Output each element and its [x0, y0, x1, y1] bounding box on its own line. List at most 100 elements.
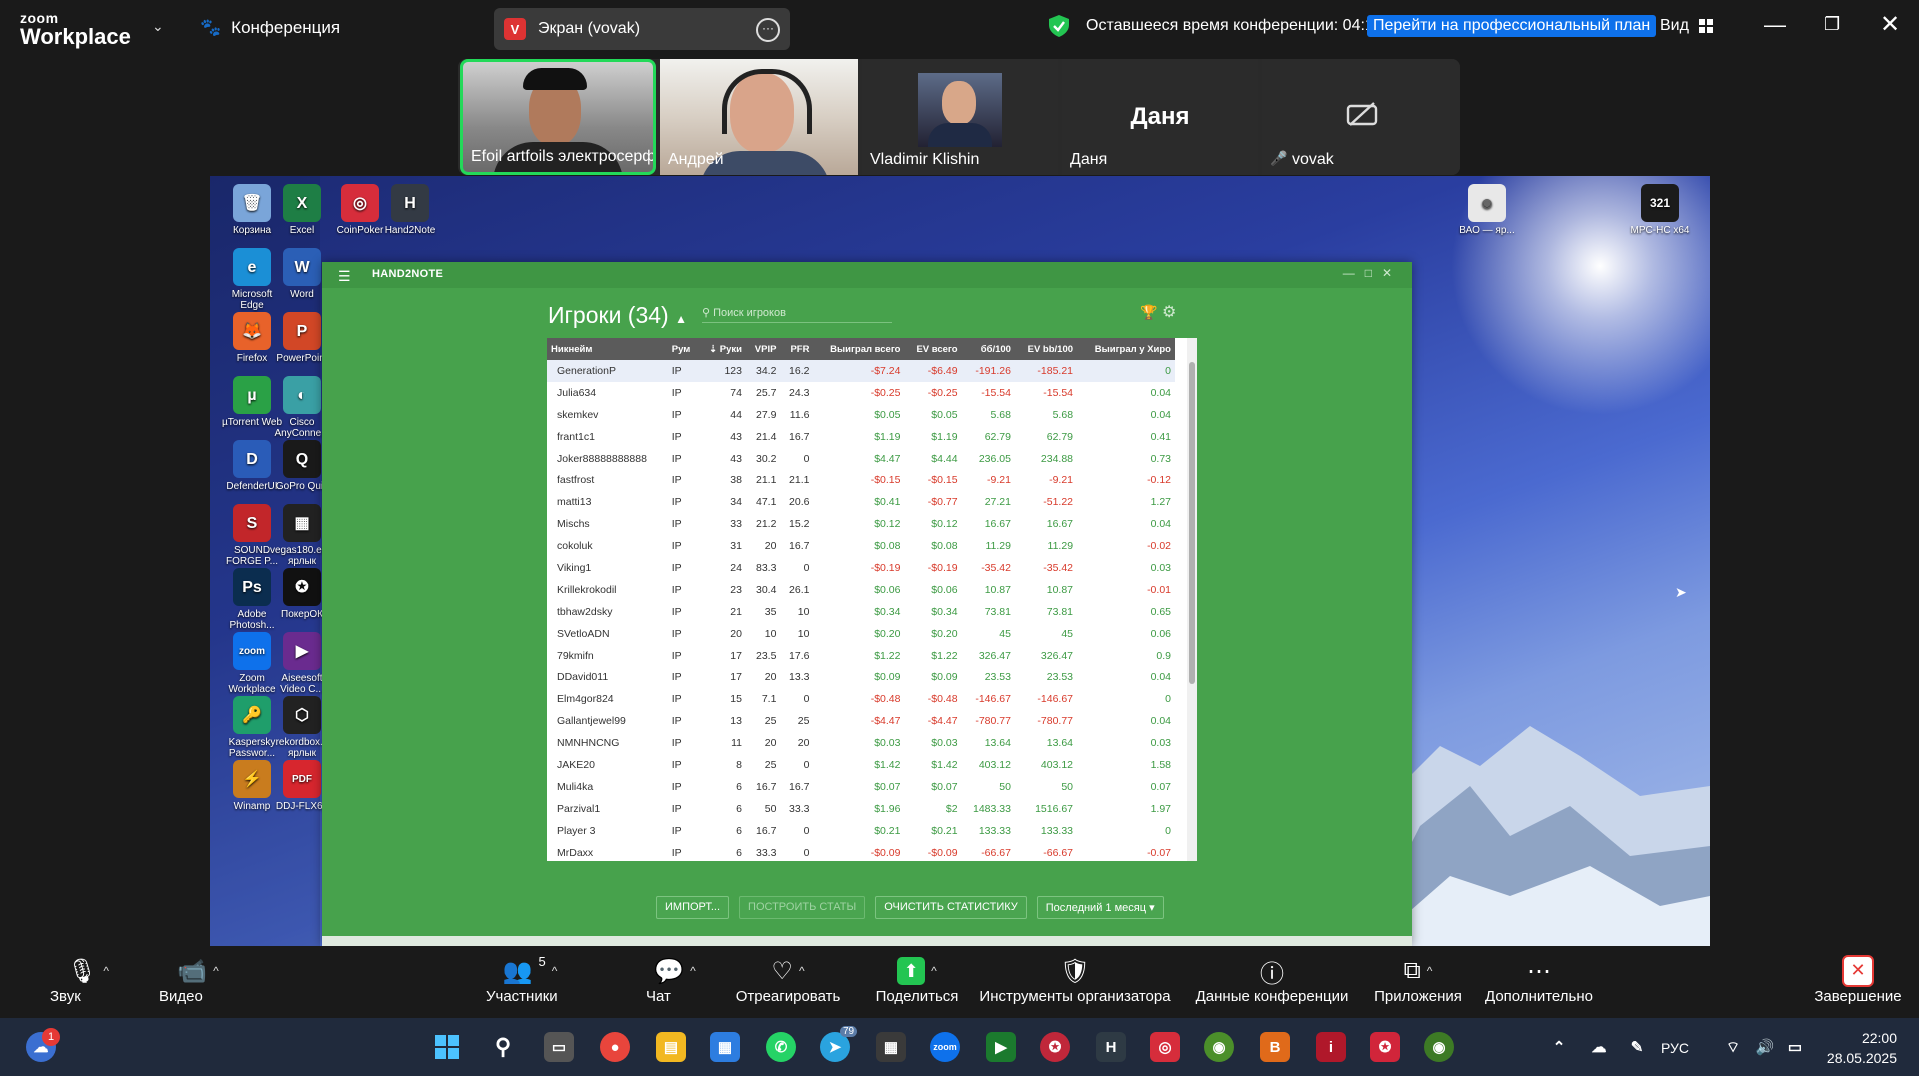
- table-row[interactable]: SVetloADN IP 20 10 10 $0.20 $0.20 45 45 0.06: [547, 623, 1175, 645]
- players-title[interactable]: Игроки (34) ▲: [548, 302, 687, 329]
- table-row[interactable]: Muli4ka IP 6 16.7 16.7 $0.07 $0.07 50 50 0.07: [547, 776, 1175, 798]
- hand2note-taskbar-icon[interactable]: H: [1096, 1032, 1126, 1062]
- minimize-icon[interactable]: —: [1764, 12, 1786, 38]
- screen-share-pill[interactable]: V Экран (vovak) ···: [494, 8, 790, 50]
- column-header[interactable]: Никнейм: [547, 338, 668, 360]
- battery-icon[interactable]: ▭: [1780, 1032, 1810, 1062]
- chat-button[interactable]: 💬 ^ Чат: [640, 954, 710, 1006]
- upgrade-link[interactable]: Перейти на профессиональный план: [1367, 15, 1657, 37]
- caret-up-icon[interactable]: ^: [552, 964, 558, 978]
- table-row[interactable]: MrDaxx IP 6 33.3 0 -$0.09 -$0.09 -66.67 -66.67 -0…: [547, 842, 1175, 861]
- coinpoker-taskbar-icon[interactable]: ◎: [1150, 1032, 1180, 1062]
- chrome-icon[interactable]: ●: [600, 1032, 630, 1062]
- chevron-up-icon[interactable]: ⌃: [1544, 1032, 1574, 1062]
- task-view-icon[interactable]: ▭: [544, 1032, 574, 1062]
- calculator-icon[interactable]: ▦: [876, 1032, 906, 1062]
- close-icon[interactable]: ✕: [1382, 266, 1402, 280]
- table-row[interactable]: Viking1 IP 24 83.3 0 -$0.19 -$0.19 -35.42 -35.42…: [547, 557, 1175, 579]
- wifi-icon[interactable]: ⌔: [1718, 1032, 1748, 1062]
- trophy-icon[interactable]: 🏆: [1140, 304, 1157, 321]
- table-row[interactable]: matti13 IP 34 47.1 20.6 $0.41 -$0.77 27.21 -51.2…: [547, 491, 1175, 513]
- table-row[interactable]: DDavid011 IP 17 20 13.3 $0.09 $0.09 23.53 23.53 0…: [547, 666, 1175, 688]
- column-header[interactable]: EV всего: [904, 338, 962, 360]
- more-button[interactable]: ⋯ Дополнительно: [1480, 954, 1598, 1006]
- video-button[interactable]: 📹 ^ Видео: [155, 954, 241, 1006]
- column-header[interactable]: Рум: [667, 338, 699, 360]
- clock-date[interactable]: 28.05.2025: [1827, 1050, 1897, 1066]
- desktop-icon[interactable]: X Excel: [270, 184, 334, 236]
- column-header[interactable]: Выиграл у Хиро: [1077, 338, 1175, 360]
- table-row[interactable]: Parzival1 IP 6 50 33.3 $1.96 $2 1483.33 1516.67 1…: [547, 798, 1175, 820]
- participant-tile-3[interactable]: Vladimir Klishin: [862, 59, 1058, 175]
- participant-tile-2[interactable]: Андрей: [660, 59, 858, 175]
- caret-up-icon[interactable]: ^: [690, 964, 696, 978]
- table-row[interactable]: skemkev IP 44 27.9 11.6 $0.05 $0.05 5.68 5.68 0.0…: [547, 404, 1175, 426]
- app-icon-3[interactable]: B: [1260, 1032, 1290, 1062]
- whatsapp-icon[interactable]: ✆: [766, 1032, 796, 1062]
- poker-app-icon-2[interactable]: ✪: [1370, 1032, 1400, 1062]
- build-stats-button[interactable]: ПОСТРОИТЬ СТАТЫ: [739, 896, 866, 919]
- app-icon-1[interactable]: ▶: [986, 1032, 1016, 1062]
- column-header[interactable]: Выиграл всего: [813, 338, 905, 360]
- minimize-icon[interactable]: —: [1343, 266, 1365, 280]
- hamburger-menu-icon[interactable]: ☰: [338, 268, 351, 285]
- app-icon-4[interactable]: i: [1316, 1032, 1346, 1062]
- apps-button[interactable]: ⧉ ^ Приложения: [1368, 954, 1468, 1005]
- player-search[interactable]: ⚲ Поиск игроков: [702, 306, 892, 323]
- caret-up-icon[interactable]: ^: [799, 964, 805, 978]
- column-header[interactable]: ⇣ Руки: [698, 338, 746, 360]
- network-pen-icon[interactable]: ✎: [1622, 1032, 1652, 1062]
- table-row[interactable]: Joker88888888888 IP 43 30.2 0 $4.47 $4.44 236.0…: [547, 448, 1175, 470]
- meeting-info-button[interactable]: 🐾 Конференция: [200, 18, 340, 38]
- column-header[interactable]: VPIP: [745, 338, 781, 360]
- gear-icon[interactable]: ⚙: [1162, 302, 1176, 322]
- clear-stats-button[interactable]: ОЧИСТИТЬ СТАТИСТИКУ: [875, 896, 1027, 919]
- restore-icon[interactable]: ❐: [1824, 14, 1840, 35]
- table-row[interactable]: Player 3 IP 6 16.7 0 $0.21 $0.21 133.33 133.33 0: [547, 820, 1175, 842]
- maximize-icon[interactable]: □: [1365, 266, 1382, 280]
- table-row[interactable]: fastfrost IP 38 21.1 21.1 -$0.15 -$0.15 -9.21 -9…: [547, 469, 1175, 491]
- app-icon-2[interactable]: ◉: [1204, 1032, 1234, 1062]
- participant-tile-5[interactable]: 🎤 vovak: [1262, 59, 1460, 175]
- table-row[interactable]: GenerationP IP 123 34.2 16.2 -$7.24 -$6.49 -191…: [547, 360, 1175, 382]
- language-indicator[interactable]: РУС: [1661, 1040, 1689, 1056]
- zoom-taskbar-icon[interactable]: zoom: [930, 1032, 960, 1062]
- period-select[interactable]: Последний 1 месяц ▾: [1036, 896, 1164, 919]
- start-menu-icon[interactable]: [432, 1032, 462, 1062]
- column-header[interactable]: бб/100: [961, 338, 1015, 360]
- poker-app-icon[interactable]: ✪: [1040, 1032, 1070, 1062]
- chevron-down-icon[interactable]: ⌄: [152, 18, 164, 35]
- table-row[interactable]: cokoluk IP 31 20 16.7 $0.08 $0.08 11.29 11.29 -0.…: [547, 535, 1175, 557]
- search-icon[interactable]: ⚲: [488, 1032, 518, 1062]
- column-header[interactable]: EV bb/100: [1014, 338, 1078, 360]
- table-row[interactable]: Gallantjewel99 IP 13 25 25 -$4.47 -$4.47 -780.7…: [547, 710, 1175, 732]
- react-button[interactable]: ♡ ^ Отреагировать: [728, 954, 848, 1006]
- volume-icon[interactable]: 🔊: [1750, 1032, 1780, 1062]
- table-row[interactable]: JAKE20 IP 8 25 0 $1.42 $1.42 403.12 403.12 1.58: [547, 754, 1175, 776]
- participant-tile-4[interactable]: Даня Даня: [1062, 59, 1258, 175]
- participant-tile-1[interactable]: Efoil artfoils электросерф...: [460, 59, 656, 175]
- share-button[interactable]: ⬆ ^ Поделиться: [862, 954, 972, 1005]
- window-controls[interactable]: —□✕: [1343, 266, 1402, 280]
- desktop-icon[interactable]: 321 MPC-HC x64: [1628, 184, 1692, 236]
- audio-button[interactable]: 🎙 ^ Звук: [48, 954, 128, 1006]
- caret-up-icon[interactable]: ^: [103, 964, 109, 978]
- table-row[interactable]: Mischs IP 33 21.2 15.2 $0.12 $0.12 16.67 16.67 0.…: [547, 513, 1175, 535]
- file-explorer-icon[interactable]: ▤: [656, 1032, 686, 1062]
- column-header[interactable]: PFR: [780, 338, 814, 360]
- app-icon-5[interactable]: ◉: [1424, 1032, 1454, 1062]
- table-row[interactable]: Elm4gor824 IP 15 7.1 0 -$0.48 -$0.48 -146.67 -14…: [547, 688, 1175, 710]
- end-meeting-button[interactable]: ✕ Завершение: [1810, 954, 1906, 1005]
- meeting-info-toolbar-button[interactable]: ⓘ Данные конференции: [1192, 954, 1352, 1006]
- table-row[interactable]: Julia634 IP 74 25.7 24.3 -$0.25 -$0.25 -15.54 -1…: [547, 382, 1175, 404]
- table-row[interactable]: 79kmifn IP 17 23.5 17.6 $1.22 $1.22 326.47 326.4…: [547, 645, 1175, 667]
- ms-store-icon[interactable]: ▦: [710, 1032, 740, 1062]
- view-button[interactable]: Вид: [1660, 17, 1713, 35]
- table-row[interactable]: NMNHNCNG IP 11 20 20 $0.03 $0.03 13.64 13.64 0.03: [547, 732, 1175, 754]
- desktop-icon[interactable]: H Hand2Note: [378, 184, 442, 236]
- import-button[interactable]: ИМПОРТ...: [656, 896, 730, 919]
- caret-up-icon[interactable]: ^: [931, 964, 937, 978]
- participants-button[interactable]: 👥 5 ^ Участники: [470, 954, 590, 1005]
- caret-up-icon[interactable]: ^: [1427, 964, 1433, 978]
- onedrive-icon[interactable]: ☁: [1584, 1032, 1614, 1062]
